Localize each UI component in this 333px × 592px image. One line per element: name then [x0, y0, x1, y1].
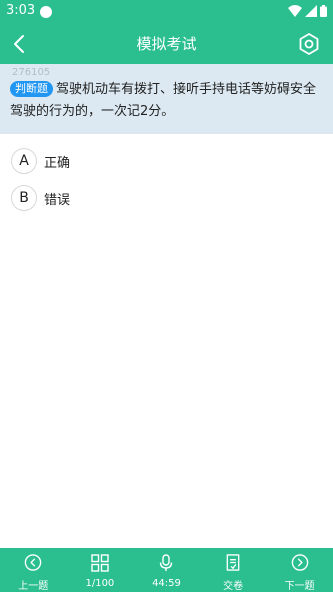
option-b-text: 错误 [44, 192, 71, 208]
submit-button[interactable]: 交卷 [200, 548, 267, 592]
bottom-nav: 上一题 1/100 44:59 交卷 下一题 [0, 548, 333, 592]
wifi-icon [288, 5, 302, 17]
timer-label: 44:59 [152, 578, 181, 589]
battery-icon [320, 5, 327, 17]
microphone-icon [160, 554, 173, 571]
next-question-label: 下一题 [284, 581, 315, 592]
submit-label: 交卷 [223, 581, 244, 592]
option-b[interactable]: B 错误 [11, 184, 70, 212]
grid-icon [91, 554, 109, 572]
page-title: 模拟考试 [136, 35, 197, 53]
status-icons [288, 5, 327, 17]
option-a-letter: A [11, 148, 37, 174]
question-text: 驾驶机动车有拨打、接听手持电话等妨碍安全驾驶的行为的，一次记2分。 [10, 82, 317, 119]
question-area: 276105 判断题 驾驶机动车有拨打、接听手持电话等妨碍安全驾驶的行为的，一次记… [0, 64, 333, 134]
paper-submit-icon [226, 554, 240, 571]
prev-question-label: 上一题 [18, 581, 49, 592]
question-type-badge: 判断题 [10, 81, 53, 97]
chevron-right-circle-icon [291, 554, 308, 571]
option-b-letter: B [11, 185, 37, 211]
option-a-text: 正确 [44, 155, 71, 171]
progress-label: 1/100 [85, 578, 115, 589]
question-id: 276105 [12, 67, 51, 78]
status-time: 3:03 [6, 3, 36, 18]
chevron-left-circle-icon [25, 554, 42, 571]
settings-gear-icon[interactable] [297, 32, 321, 56]
app-bar: 模拟考试 [0, 24, 333, 64]
option-a[interactable]: A 正确 [11, 147, 70, 175]
prev-question-button[interactable]: 上一题 [0, 548, 67, 592]
timer-button[interactable]: 44:59 [133, 548, 200, 592]
next-question-button[interactable]: 下一题 [266, 548, 333, 592]
status-bar: 3:03 [0, 0, 333, 24]
signal-icon [305, 5, 317, 17]
question-grid-button[interactable]: 1/100 [67, 548, 134, 592]
question-text-block: 判断题 驾驶机动车有拨打、接听手持电话等妨碍安全驾驶的行为的，一次记2分。 [10, 79, 326, 123]
notification-dot-icon [40, 6, 52, 18]
